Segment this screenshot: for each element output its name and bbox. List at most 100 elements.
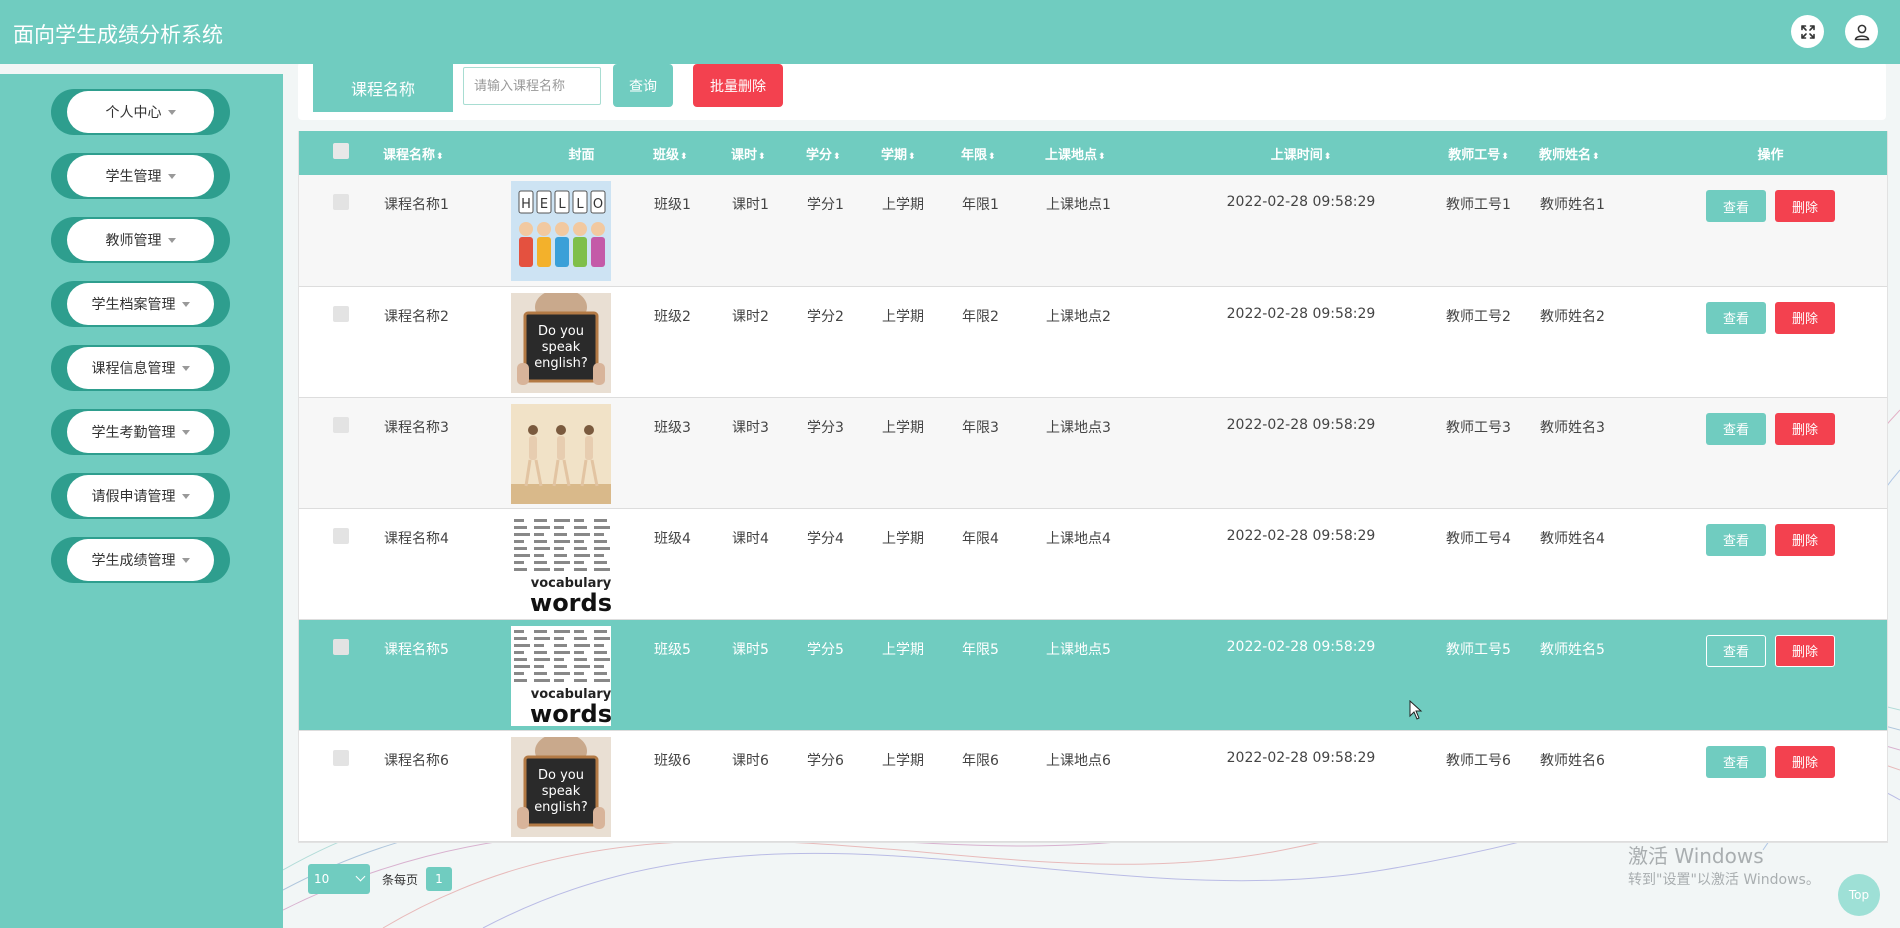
table-row[interactable]: 课程名称3 班级3 课时3 学分3 上学期 年限3 上课地点3 2022-02-… bbox=[299, 397, 1887, 508]
actions-cell: 查看 删除 bbox=[1654, 730, 1887, 841]
hours-cell: 课时5 bbox=[732, 641, 769, 658]
sidebar-item-grades[interactable]: 学生成绩管理 bbox=[51, 537, 230, 583]
column-header[interactable]: 学分⬍ bbox=[806, 131, 881, 175]
sidebar: 个人中心 学生管理 教师管理 学生档案管理 课程信息管理 学生考勤管理 请假申请… bbox=[0, 74, 283, 928]
caret-down-icon bbox=[181, 301, 190, 307]
credit-cell: 学分1 bbox=[807, 197, 844, 213]
course-name-search-input[interactable] bbox=[463, 67, 601, 105]
view-button[interactable]: 查看 bbox=[1706, 412, 1766, 445]
time-cell: 2022-02-28 09:58:29 bbox=[1226, 416, 1376, 433]
svg-text:E: E bbox=[540, 197, 548, 212]
page-size-select[interactable]: 10 bbox=[308, 864, 370, 894]
delete-button[interactable]: 删除 bbox=[1775, 190, 1835, 222]
course-cover-image[interactable]: Do you speak english? bbox=[511, 292, 611, 393]
course-name-cell: 课程名称2 bbox=[384, 308, 449, 325]
column-header[interactable]: 教师姓名⬍ bbox=[1539, 131, 1654, 175]
row-checkbox[interactable] bbox=[333, 305, 349, 322]
caret-down-icon bbox=[167, 237, 176, 243]
term-cell: 上学期 bbox=[882, 641, 924, 658]
time-cell: 2022-02-28 09:58:29 bbox=[1226, 638, 1376, 655]
svg-text:L: L bbox=[576, 197, 584, 212]
back-to-top-button[interactable]: Top bbox=[1838, 874, 1880, 916]
view-button[interactable]: 查看 bbox=[1706, 301, 1766, 334]
time-cell: 2022-02-28 09:58:29 bbox=[1226, 749, 1376, 766]
cover-cell: HELLO bbox=[510, 175, 653, 286]
teacher-id-cell: 教师工号2 bbox=[1446, 308, 1511, 325]
sidebar-item-teachers[interactable]: 教师管理 bbox=[51, 217, 230, 263]
sidebar-item-attendance[interactable]: 学生考勤管理 bbox=[51, 409, 230, 455]
svg-text:H: H bbox=[521, 197, 531, 212]
sidebar-item-students[interactable]: 学生管理 bbox=[51, 153, 230, 199]
row-checkbox[interactable] bbox=[333, 194, 349, 210]
table-row[interactable]: 课程名称2 Do you speak english? 班级2 课时2 学分2 … bbox=[299, 286, 1887, 397]
course-name-cell: 课程名称6 bbox=[384, 752, 449, 769]
time-cell: 2022-02-28 09:58:29 bbox=[1226, 527, 1376, 544]
hours-cell: 课时6 bbox=[732, 752, 769, 769]
sort-icon: ⬍ bbox=[833, 151, 841, 162]
table-row[interactable]: 课程名称1 HELLO 班级1 课时1 学分1 上学期 年限1 上课地点1 20… bbox=[299, 175, 1887, 286]
course-cover-image[interactable]: HELLO bbox=[511, 181, 611, 281]
column-header[interactable]: 课程名称⬍ bbox=[383, 131, 510, 175]
sidebar-item-personal-center[interactable]: 个人中心 bbox=[51, 89, 230, 135]
row-checkbox[interactable] bbox=[333, 527, 349, 544]
activation-watermark-title: 激活 Windows bbox=[1628, 844, 1764, 868]
column-header[interactable]: 课时⬍ bbox=[731, 131, 806, 175]
row-checkbox[interactable] bbox=[333, 749, 349, 766]
sort-icon: ⬍ bbox=[988, 151, 996, 162]
table-row[interactable]: 课程名称6 Do you speak english? 班级6 课时6 学分6 … bbox=[299, 730, 1887, 841]
sidebar-item-student-records[interactable]: 学生档案管理 bbox=[51, 281, 230, 327]
credit-cell: 学分6 bbox=[807, 752, 844, 769]
term-cell: 上学期 bbox=[882, 419, 924, 436]
years-cell: 年限4 bbox=[962, 530, 999, 547]
view-button[interactable]: 查看 bbox=[1706, 634, 1766, 667]
page-number-button[interactable]: 1 bbox=[426, 867, 452, 891]
actions-cell: 查看 删除 bbox=[1654, 397, 1887, 508]
column-header[interactable]: 学期⬍ bbox=[881, 131, 961, 175]
delete-button[interactable]: 删除 bbox=[1775, 523, 1835, 556]
years-cell: 年限1 bbox=[962, 197, 999, 213]
sidebar-item-leave-requests[interactable]: 请假申请管理 bbox=[51, 473, 230, 519]
course-cover-image[interactable]: Do you speak english? bbox=[511, 736, 611, 837]
row-checkbox[interactable] bbox=[333, 416, 349, 433]
delete-button[interactable]: 删除 bbox=[1775, 301, 1835, 334]
row-select-cell bbox=[299, 175, 383, 286]
svg-text:O: O bbox=[593, 197, 603, 212]
column-header[interactable]: 上课地点⬍ bbox=[1045, 131, 1184, 175]
row-checkbox[interactable] bbox=[333, 638, 349, 655]
batch-delete-button[interactable]: 批量删除 bbox=[693, 64, 783, 107]
activation-watermark-text: 转到"设置"以激活 Windows。 bbox=[1628, 872, 1820, 888]
chevron-down-icon bbox=[355, 871, 366, 882]
course-cover-image[interactable]: vocabulary words bbox=[511, 514, 611, 615]
user-button[interactable] bbox=[1845, 15, 1878, 48]
view-button[interactable]: 查看 bbox=[1706, 190, 1766, 222]
course-cover-image[interactable]: vocabulary words bbox=[511, 625, 611, 726]
column-header[interactable]: 班级⬍ bbox=[653, 131, 731, 175]
table-row[interactable]: 课程名称5 vocabulary words 班级5 课时5 学分5 上学期 年限… bbox=[299, 619, 1887, 730]
row-select-cell bbox=[299, 619, 383, 730]
select-all-checkbox[interactable] bbox=[333, 143, 349, 159]
column-header[interactable]: 教师工号⬍ bbox=[1418, 131, 1539, 175]
term-cell: 上学期 bbox=[882, 197, 924, 213]
hours-cell: 课时2 bbox=[732, 308, 769, 325]
query-button[interactable]: 查询 bbox=[613, 64, 673, 107]
view-button[interactable]: 查看 bbox=[1706, 745, 1766, 778]
sidebar-item-course-info[interactable]: 课程信息管理 bbox=[51, 345, 230, 391]
delete-button[interactable]: 删除 bbox=[1775, 634, 1835, 667]
delete-button[interactable]: 删除 bbox=[1775, 412, 1835, 445]
years-cell: 年限2 bbox=[962, 308, 999, 325]
sort-icon: ⬍ bbox=[436, 151, 444, 162]
term-cell: 上学期 bbox=[882, 752, 924, 769]
svg-text:words: words bbox=[530, 589, 611, 615]
column-header[interactable]: 上课时间⬍ bbox=[1184, 131, 1418, 175]
column-header[interactable]: 年限⬍ bbox=[961, 131, 1045, 175]
fullscreen-button[interactable] bbox=[1791, 15, 1824, 48]
course-cover-image[interactable] bbox=[511, 403, 611, 504]
svg-text:L: L bbox=[558, 197, 566, 212]
place-cell: 上课地点6 bbox=[1046, 752, 1111, 769]
cover-cell: Do you speak english? bbox=[510, 730, 653, 841]
table-row[interactable]: 课程名称4 vocabulary words 班级4 课时4 学分4 上学期 年限… bbox=[299, 508, 1887, 619]
user-icon bbox=[1854, 24, 1869, 40]
class-cell: 班级6 bbox=[654, 752, 691, 769]
delete-button[interactable]: 删除 bbox=[1775, 745, 1835, 778]
view-button[interactable]: 查看 bbox=[1706, 523, 1766, 556]
